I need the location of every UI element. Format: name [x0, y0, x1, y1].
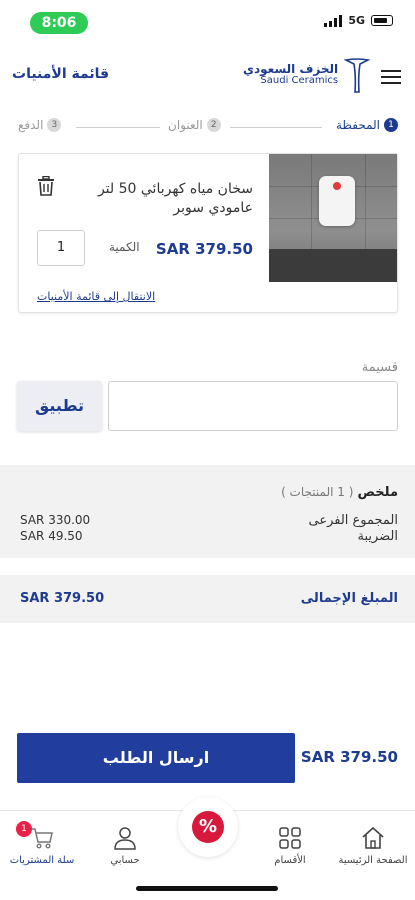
tab-account-label: حسابي — [110, 855, 140, 866]
tax-value: SAR 49.50 — [20, 529, 83, 543]
checkout-total: SAR 379.50 — [300, 748, 398, 766]
apply-coupon-button[interactable]: تطبيق — [17, 381, 102, 431]
order-total-row: المبلغ الإجمالى SAR 379.50 — [0, 575, 415, 623]
status-bar: 8:06 5G — [0, 0, 415, 44]
tab-categories[interactable]: الأقسام — [250, 825, 330, 866]
total-label: المبلغ الإجمالى — [300, 591, 398, 606]
promotions-button[interactable]: % — [178, 797, 238, 857]
step-cart[interactable]: المحفظة 1 — [336, 118, 398, 132]
status-time: 8:06 — [30, 12, 88, 34]
quantity-label: الكمية — [109, 240, 140, 254]
tab-categories-label: الأقسام — [274, 855, 306, 866]
total-value: SAR 379.50 — [20, 591, 105, 606]
cart-item-card: سخان مياه كهربائي 50 لتر عامودي سوبر SAR… — [18, 153, 398, 313]
summary-title: ملخص ( 1 المنتجات ) — [281, 485, 398, 500]
trash-icon[interactable] — [37, 176, 55, 196]
logo-mark-icon — [344, 58, 371, 93]
app-header: قائمة الأمنيات الخزف السعودي Saudi Ceram… — [0, 48, 415, 104]
network-label: 5G — [348, 14, 365, 27]
checkout-stepper: المحفظة 1 العنوان 2 الدفع 3 — [0, 118, 415, 138]
step-address[interactable]: العنوان 2 — [168, 118, 221, 132]
tax-label: الضريبة — [357, 529, 398, 544]
product-price: SAR 379.50 — [155, 240, 253, 258]
coupon-label: قسيمة — [361, 360, 398, 375]
tab-home-label: الصفحة الرئيسية — [338, 855, 408, 866]
step-payment[interactable]: الدفع 3 — [18, 118, 62, 132]
home-indicator — [136, 886, 278, 891]
home-icon — [362, 826, 384, 849]
percent-icon: % — [192, 811, 224, 843]
water-heater-illustration — [319, 176, 355, 226]
summary-item-count: ( 1 المنتجات ) — [281, 485, 354, 499]
order-summary: ملخص ( 1 المنتجات ) المجموع الفرعى SAR 3… — [0, 465, 415, 558]
grid-icon — [279, 827, 301, 849]
quantity-field[interactable]: 1 — [37, 230, 85, 266]
move-to-wishlist-link[interactable]: الانتقال إلى قائمة الأمنيات — [37, 290, 155, 303]
tab-cart[interactable]: 1 سلة المشتريات — [2, 821, 82, 866]
menu-icon[interactable] — [381, 70, 401, 88]
logo-english-text: Saudi Ceramics — [260, 75, 339, 87]
tab-home[interactable]: الصفحة الرئيسية — [333, 825, 413, 866]
brand-logo[interactable]: الخزف السعودي Saudi Ceramics — [243, 56, 371, 94]
status-icons: 5G — [324, 14, 393, 27]
battery-icon — [371, 15, 393, 26]
product-image[interactable] — [269, 154, 397, 282]
wishlist-link[interactable]: قائمة الأمنيات — [12, 66, 109, 82]
submit-order-button[interactable]: ارسال الطلب — [17, 733, 295, 783]
coupon-input[interactable] — [108, 381, 398, 431]
signal-icon — [324, 14, 343, 27]
subtotal-value: SAR 330.00 — [20, 513, 91, 527]
cart-count-badge: 1 — [16, 821, 32, 837]
tab-cart-label: سلة المشتريات — [9, 855, 75, 866]
product-name[interactable]: سخان مياه كهربائي 50 لتر عامودي سوبر — [73, 180, 253, 218]
cart-icon — [31, 828, 53, 849]
subtotal-label: المجموع الفرعى — [308, 513, 398, 528]
tab-account[interactable]: حسابي — [85, 825, 165, 866]
user-icon — [114, 827, 136, 850]
